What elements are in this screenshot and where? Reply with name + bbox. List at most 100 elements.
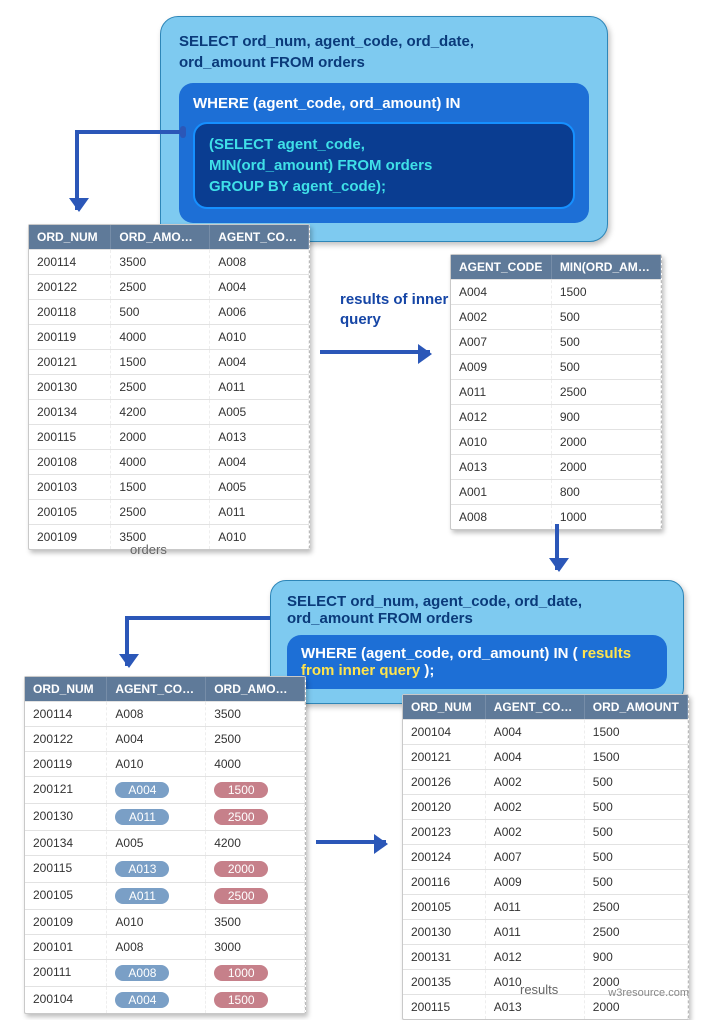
cell: 1500 — [111, 350, 210, 374]
cell: 500 — [552, 305, 661, 329]
cell: A005 — [107, 831, 206, 855]
results-h2: AGENT_CODE — [486, 695, 585, 719]
cell: A005 — [210, 400, 309, 424]
cell: A004 — [210, 450, 309, 474]
table-row: 2001093500A010 — [29, 524, 309, 549]
table-row: 200104A0041500 — [25, 986, 305, 1013]
results-table: ORD_NUM AGENT_CODE ORD_AMOUNT 200104A004… — [402, 694, 689, 1020]
table-row: A0102000 — [451, 429, 661, 454]
cell: 3000 — [206, 935, 305, 959]
pill-amount: 1500 — [214, 782, 268, 798]
table-row: A0132000 — [451, 454, 661, 479]
cell: 2500 — [111, 375, 210, 399]
cell: A009 — [486, 870, 585, 894]
table-row: 2001302500A011 — [29, 374, 309, 399]
sql-inner-box: (SELECT agent_code, MIN(ord_amount) FROM… — [193, 122, 575, 209]
cell: 200120 — [403, 795, 486, 819]
cell: A006 — [210, 300, 309, 324]
sql-outer-reuse-box: SELECT ord_num, agent_code, ord_date, or… — [270, 580, 684, 704]
inner-results-table: AGENT_CODE MIN(ORD_AMOUNT) A0041500A0025… — [450, 254, 662, 530]
orders-caption: orders — [130, 542, 167, 557]
table-row: A0041500 — [451, 279, 661, 304]
cell: 4200 — [206, 831, 305, 855]
cell: 200134 — [29, 400, 111, 424]
sql-inner-l1: (SELECT agent_code, — [209, 134, 559, 155]
cell: 2000 — [206, 856, 305, 882]
cell: A004 — [486, 720, 585, 744]
arrow-orders-to-inner-results — [320, 350, 430, 354]
note-inner-results: results of inner query — [340, 290, 450, 329]
table-row: 200134A0054200 — [25, 830, 305, 855]
table-row: A007500 — [451, 329, 661, 354]
table-row: 200131A012900 — [403, 944, 688, 969]
cell: 2500 — [206, 883, 305, 909]
cell: 200115 — [403, 995, 486, 1019]
cell: A010 — [210, 525, 309, 549]
cell: 4000 — [111, 450, 210, 474]
sql-where-box: WHERE (agent_code, ord_amount) IN (SELEC… — [179, 83, 589, 223]
orders-h3: AGENT_CODE — [210, 225, 309, 249]
table-row: 2001222500A004 — [29, 274, 309, 299]
cell: 500 — [585, 820, 688, 844]
cell: 200116 — [403, 870, 486, 894]
table-row: 200105A0112500 — [403, 894, 688, 919]
table-row: 200124A007500 — [403, 844, 688, 869]
cell: 200135 — [403, 970, 486, 994]
cell: A002 — [486, 820, 585, 844]
table-row: 200123A002500 — [403, 819, 688, 844]
cell: 4000 — [206, 752, 305, 776]
cell: 200105 — [403, 895, 486, 919]
cell: 3500 — [206, 910, 305, 934]
cell: A010 — [451, 430, 552, 454]
cell: 2500 — [585, 895, 688, 919]
pill-agent: A011 — [115, 888, 169, 904]
cell: 500 — [585, 845, 688, 869]
table-row: A0112500 — [451, 379, 661, 404]
pill-agent: A008 — [115, 965, 169, 981]
sql2-l1: SELECT ord_num, agent_code, ord_date, — [287, 593, 667, 610]
table-row: 200122A0042500 — [25, 726, 305, 751]
inner-h1: AGENT_CODE — [451, 255, 552, 279]
orders-header: ORD_NUM ORD_AMOUNT AGENT_CODE — [29, 225, 309, 249]
pill-amount: 2000 — [214, 861, 268, 877]
inner-header: AGENT_CODE MIN(ORD_AMOUNT) — [451, 255, 661, 279]
sql-outer-line2: ord_amount FROM orders — [179, 52, 589, 73]
cell: 200121 — [403, 745, 486, 769]
table-row: 200116A009500 — [403, 869, 688, 894]
cell: A011 — [107, 883, 206, 909]
table-row: 200120A002500 — [403, 794, 688, 819]
table-row: 200114A0083500 — [25, 701, 305, 726]
orders-h1: ORD_NUM — [29, 225, 111, 249]
cell: 2500 — [206, 727, 305, 751]
cell: 500 — [585, 870, 688, 894]
cell: 200130 — [29, 375, 111, 399]
table-row: 200104A0041500 — [403, 719, 688, 744]
cell: 200122 — [25, 727, 107, 751]
cell: 2500 — [552, 380, 661, 404]
cell: A002 — [486, 770, 585, 794]
cell: 200131 — [403, 945, 486, 969]
pill-amount: 2500 — [214, 888, 268, 904]
cell: 2500 — [111, 500, 210, 524]
cell: A010 — [210, 325, 309, 349]
cell: 2500 — [111, 275, 210, 299]
cell: A004 — [210, 350, 309, 374]
cell: 2000 — [552, 455, 661, 479]
table-row: 2001211500A004 — [29, 349, 309, 374]
cell: 800 — [552, 480, 661, 504]
cell: 200105 — [29, 500, 111, 524]
results-caption: results — [520, 982, 558, 997]
table-row: A001800 — [451, 479, 661, 504]
cell: A012 — [486, 945, 585, 969]
cell: 1500 — [206, 987, 305, 1013]
cell: 1000 — [206, 960, 305, 986]
table-row: A002500 — [451, 304, 661, 329]
cell: 4000 — [111, 325, 210, 349]
pill-amount: 1000 — [214, 965, 268, 981]
cell: 200108 — [29, 450, 111, 474]
pill-agent: A011 — [115, 809, 169, 825]
cell: 1500 — [206, 777, 305, 803]
cell: A013 — [210, 425, 309, 449]
table-row: 2001152000A013 — [29, 424, 309, 449]
pill-amount: 2500 — [214, 809, 268, 825]
